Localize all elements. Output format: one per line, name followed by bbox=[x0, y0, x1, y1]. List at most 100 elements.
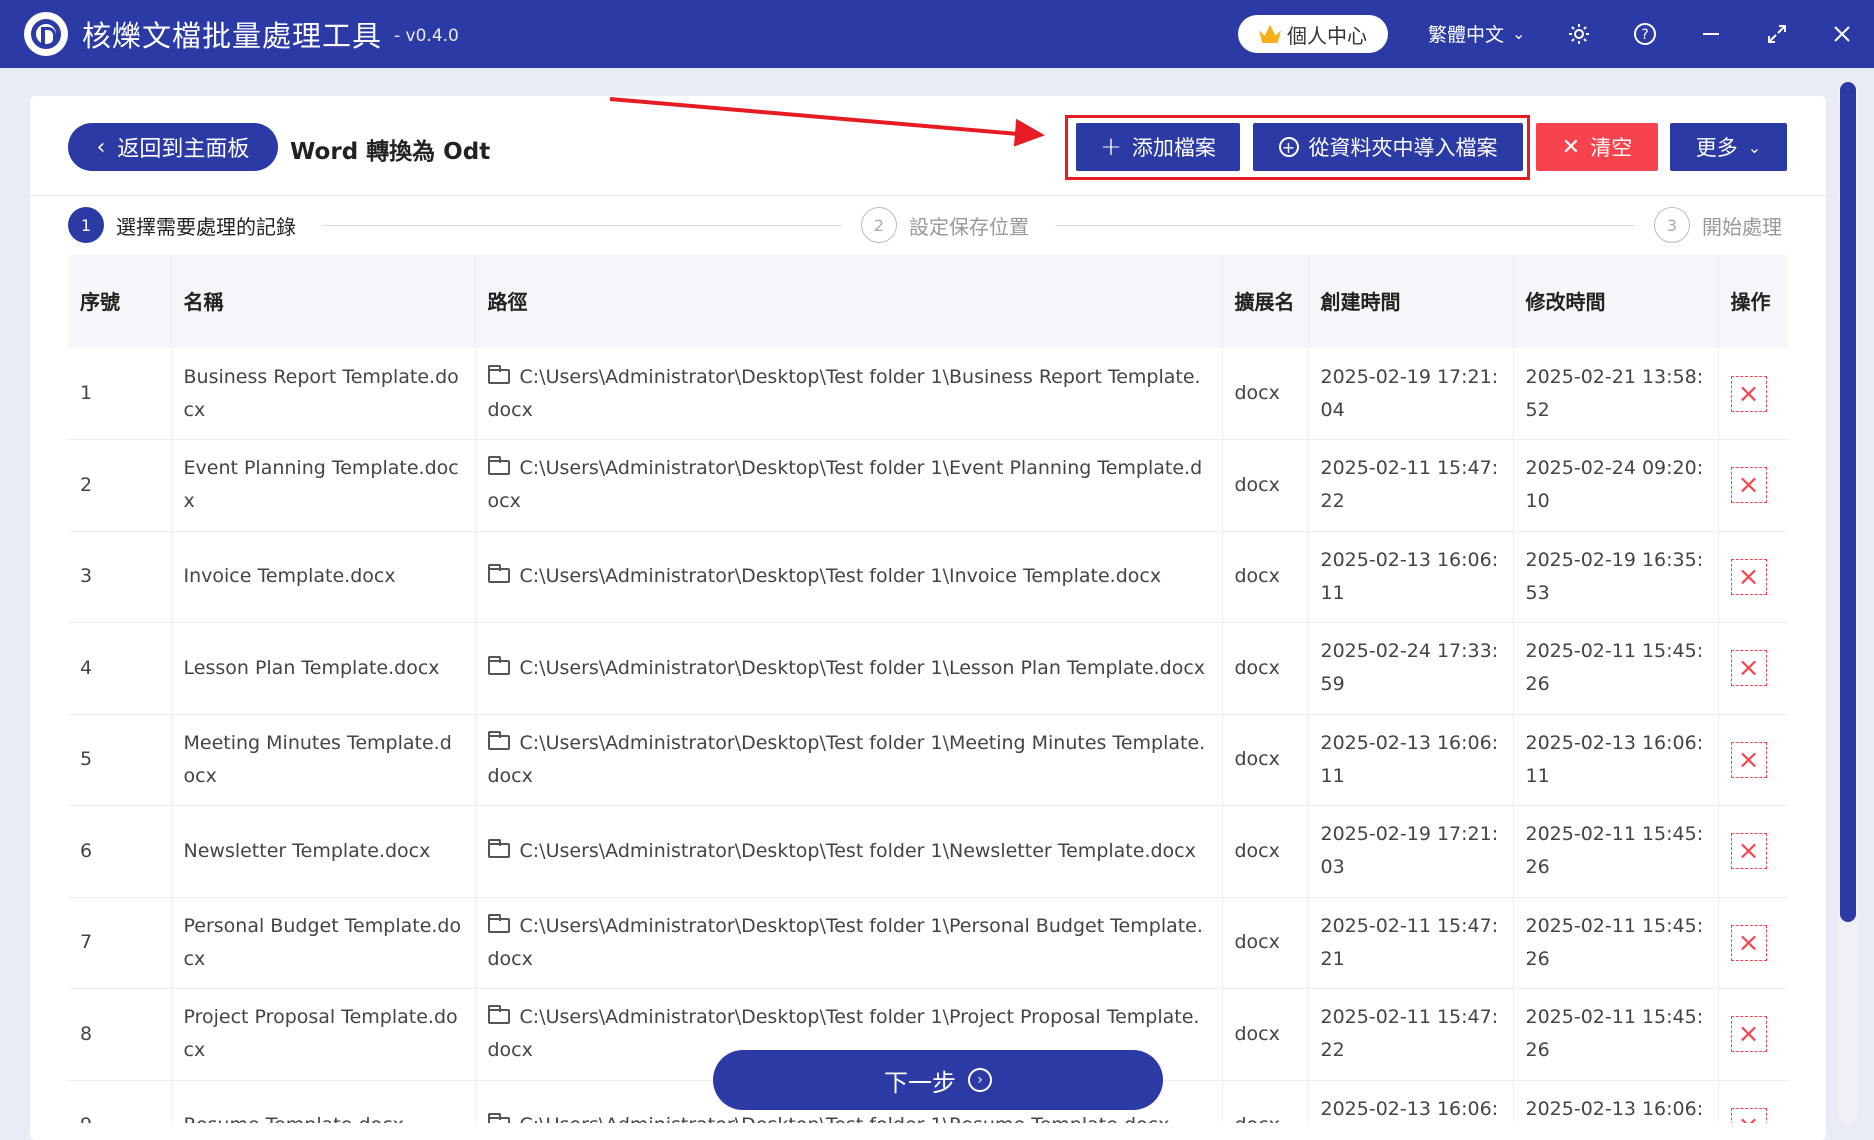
delete-row-button[interactable]: × bbox=[1730, 833, 1767, 870]
path-text: C:\Users\Administrator\Desktop\Test fold… bbox=[487, 457, 1203, 513]
cell-created: 2025-02-11 15:47:22 bbox=[1308, 988, 1514, 1081]
cell-modified: 2025-02-13 16:06:11 bbox=[1513, 714, 1719, 806]
scrollbar-thumb[interactable] bbox=[1840, 82, 1856, 922]
delete-row-button[interactable]: × bbox=[1730, 375, 1767, 412]
column-header-created[interactable]: 創建時間 bbox=[1308, 255, 1514, 348]
cell-name: Meeting Minutes Template.docx bbox=[171, 714, 476, 806]
back-to-main-button[interactable]: ‹ 返回到主面板 bbox=[68, 123, 278, 171]
step-3: 3 開始處理 bbox=[1654, 207, 1782, 243]
cell-created: 2025-02-19 17:21:03 bbox=[1308, 805, 1514, 898]
app-version: - v0.4.0 bbox=[394, 26, 459, 46]
cell-extension: docx bbox=[1222, 622, 1309, 715]
table-header-row: 序號 名稱 路徑 擴展名 創建時間 修改時間 操作 bbox=[68, 255, 1788, 348]
cell-index: 3 bbox=[68, 531, 172, 623]
clear-button[interactable]: ✕ 清空 bbox=[1536, 123, 1658, 171]
delete-row-button[interactable]: × bbox=[1730, 558, 1767, 595]
cell-created: 2025-02-13 16:06:11 bbox=[1308, 714, 1514, 806]
column-header-path[interactable]: 路徑 bbox=[475, 255, 1223, 348]
add-files-button[interactable]: + 添加檔案 bbox=[1076, 123, 1240, 171]
path-text: C:\Users\Administrator\Desktop\Test fold… bbox=[487, 731, 1206, 787]
path-text: C:\Users\Administrator\Desktop\Test fold… bbox=[487, 914, 1203, 970]
more-button[interactable]: 更多 ⌄ bbox=[1670, 123, 1787, 171]
plus-circle-icon: + bbox=[1278, 137, 1299, 157]
step-2-number: 2 bbox=[861, 207, 897, 243]
folder-icon[interactable] bbox=[487, 655, 510, 675]
delete-row-button[interactable]: × bbox=[1730, 741, 1767, 778]
maximize-icon[interactable] bbox=[1761, 18, 1793, 50]
step-connector bbox=[322, 225, 842, 226]
cell-modified: 2025-02-24 09:20:10 bbox=[1513, 439, 1719, 532]
cell-index: 7 bbox=[68, 897, 172, 989]
cell-path[interactable]: C:\Users\Administrator\Desktop\Test fold… bbox=[475, 805, 1223, 898]
column-header-actions[interactable]: 操作 bbox=[1718, 255, 1788, 348]
language-selector[interactable]: 繁體中文 ⌄ bbox=[1428, 20, 1525, 47]
folder-icon[interactable] bbox=[487, 1005, 510, 1025]
column-header-modified[interactable]: 修改時間 bbox=[1513, 255, 1719, 348]
cell-extension: docx bbox=[1222, 714, 1309, 806]
column-header-index[interactable]: 序號 bbox=[68, 255, 172, 348]
path-text: C:\Users\Administrator\Desktop\Test fold… bbox=[520, 1114, 1170, 1123]
x-icon: × bbox=[1738, 1113, 1760, 1123]
file-table-container[interactable]: 序號 名稱 路徑 擴展名 創建時間 修改時間 操作 1 Business Rep… bbox=[68, 255, 1788, 1123]
x-icon: × bbox=[1737, 470, 1760, 501]
x-icon: × bbox=[1737, 744, 1760, 775]
cell-actions: × bbox=[1718, 805, 1788, 898]
cell-created: 2025-02-13 16:06:11 bbox=[1308, 531, 1514, 623]
folder-icon[interactable] bbox=[487, 1113, 510, 1123]
table-row[interactable]: 3 Invoice Template.docx C:\Users\Adminis… bbox=[68, 531, 1788, 623]
cell-path[interactable]: C:\Users\Administrator\Desktop\Test fold… bbox=[475, 348, 1223, 440]
x-icon: × bbox=[1737, 653, 1760, 684]
folder-icon[interactable] bbox=[487, 456, 510, 476]
folder-icon[interactable] bbox=[487, 564, 510, 584]
cell-path[interactable]: C:\Users\Administrator\Desktop\Test fold… bbox=[475, 622, 1223, 715]
minimize-icon[interactable] bbox=[1695, 18, 1727, 50]
table-row[interactable]: 5 Meeting Minutes Template.docx C:\Users… bbox=[68, 714, 1788, 806]
cell-name: Project Proposal Template.docx bbox=[171, 988, 476, 1081]
cell-path[interactable]: C:\Users\Administrator\Desktop\Test fold… bbox=[475, 531, 1223, 623]
cell-extension: docx bbox=[1222, 348, 1309, 440]
close-icon[interactable] bbox=[1826, 18, 1858, 50]
cell-path[interactable]: C:\Users\Administrator\Desktop\Test fold… bbox=[475, 897, 1223, 989]
folder-icon[interactable] bbox=[487, 838, 510, 858]
settings-icon[interactable] bbox=[1563, 18, 1595, 50]
cell-actions: × bbox=[1718, 348, 1788, 440]
table-row[interactable]: 1 Business Report Template.docx C:\Users… bbox=[68, 348, 1788, 440]
import-folder-label: 從資料夾中導入檔案 bbox=[1308, 136, 1498, 160]
cell-path[interactable]: C:\Users\Administrator\Desktop\Test fold… bbox=[475, 714, 1223, 806]
step-1-label: 選擇需要處理的記錄 bbox=[116, 214, 296, 239]
cell-actions: × bbox=[1718, 714, 1788, 806]
folder-icon[interactable] bbox=[487, 730, 510, 750]
path-text: C:\Users\Administrator\Desktop\Test fold… bbox=[519, 565, 1162, 588]
table-row[interactable]: 2 Event Planning Template.docx C:\Users\… bbox=[68, 439, 1788, 532]
cell-index: 4 bbox=[68, 622, 172, 715]
cell-modified: 2025-02-11 15:45:26 bbox=[1513, 805, 1719, 898]
delete-row-button[interactable]: × bbox=[1730, 467, 1767, 504]
column-header-extension[interactable]: 擴展名 bbox=[1222, 255, 1309, 348]
column-header-name[interactable]: 名稱 bbox=[171, 255, 476, 348]
header-divider bbox=[30, 195, 1826, 196]
delete-row-button[interactable]: × bbox=[1730, 1107, 1767, 1123]
cell-extension: docx bbox=[1222, 1080, 1309, 1123]
delete-row-button[interactable]: × bbox=[1730, 924, 1767, 961]
cell-modified: 2025-02-19 16:35:53 bbox=[1513, 531, 1719, 623]
cell-extension: docx bbox=[1222, 531, 1309, 623]
import-folder-button[interactable]: + 從資料夾中導入檔案 bbox=[1253, 123, 1523, 171]
next-step-button[interactable]: 下一步 › bbox=[713, 1050, 1163, 1110]
delete-row-button[interactable]: × bbox=[1730, 650, 1767, 687]
cell-path[interactable]: C:\Users\Administrator\Desktop\Test fold… bbox=[475, 439, 1223, 532]
table-row[interactable]: 6 Newsletter Template.docx C:\Users\Admi… bbox=[68, 805, 1788, 898]
table-row[interactable]: 7 Personal Budget Template.docx C:\Users… bbox=[68, 897, 1788, 989]
table-row[interactable]: 4 Lesson Plan Template.docx C:\Users\Adm… bbox=[68, 622, 1788, 715]
cell-index: 1 bbox=[68, 348, 172, 440]
more-label: 更多 bbox=[1695, 136, 1738, 160]
folder-icon[interactable] bbox=[487, 364, 510, 384]
chevron-down-icon: ⌄ bbox=[1512, 24, 1526, 43]
path-text: C:\Users\Administrator\Desktop\Test fold… bbox=[487, 365, 1201, 421]
page-title: Word 轉換為 Odt bbox=[290, 139, 491, 165]
help-icon[interactable]: ? bbox=[1629, 18, 1661, 50]
file-table: 序號 名稱 路徑 擴展名 創建時間 修改時間 操作 1 Business Rep… bbox=[68, 255, 1788, 1123]
user-center-button[interactable]: 個人中心 bbox=[1238, 15, 1388, 53]
cell-name: Newsletter Template.docx bbox=[171, 805, 476, 898]
delete-row-button[interactable]: × bbox=[1730, 1016, 1767, 1053]
folder-icon[interactable] bbox=[487, 913, 510, 933]
